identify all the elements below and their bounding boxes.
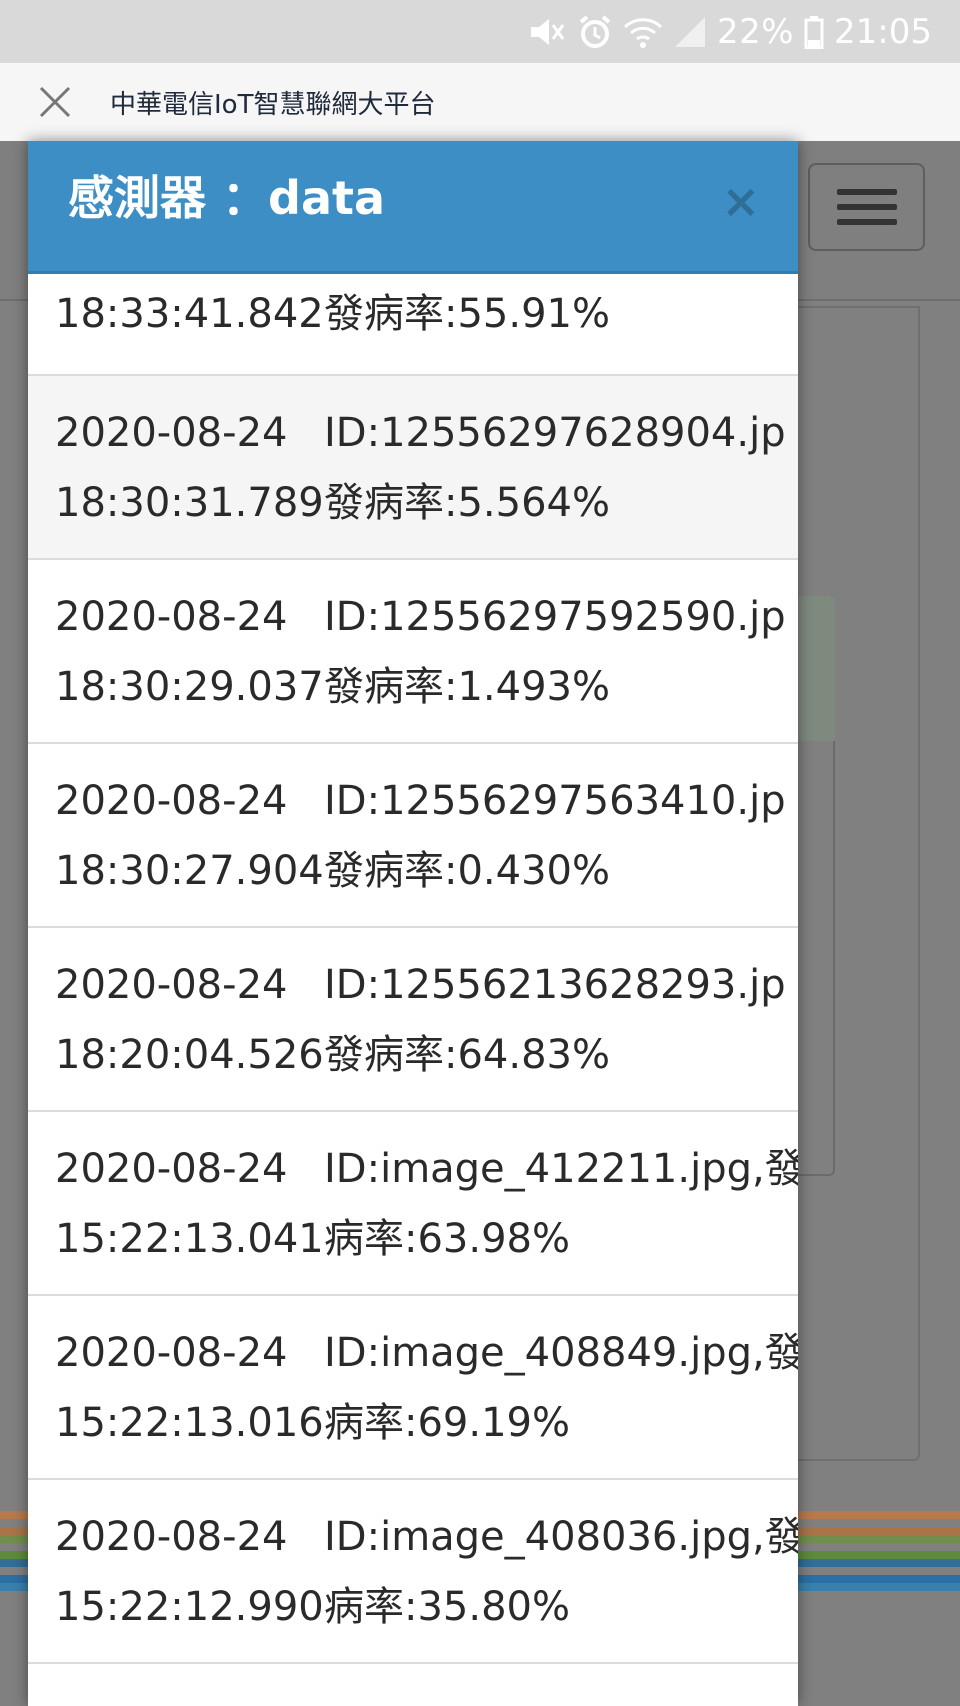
row-id: ID:12556297628904.jp [324, 410, 786, 456]
row-rate: 發病率:0.430% [324, 848, 610, 894]
row-id: ID:image_408036.jpg,發 [324, 1514, 798, 1560]
timestamp-cell: 2020-08-24 18:20:04.526 [28, 928, 324, 1110]
hamburger-icon-bar [836, 189, 897, 195]
browser-close-button[interactable] [0, 63, 110, 141]
close-icon [39, 86, 71, 118]
row-date: 2020-08-24 [55, 962, 288, 1008]
table-row: 2020-08-24 18:30:29.037 ID:1255629759259… [28, 560, 798, 744]
row-date: 2020-08-24 [55, 1146, 288, 1192]
row-time: 18:30:31.789 [55, 480, 324, 526]
hamburger-icon-bar [836, 219, 897, 225]
row-time: 15:22:13.016 [55, 1400, 324, 1446]
value-cell: ID:12556297563410.jp 發病率:0.430% [324, 744, 798, 926]
row-id: ID:image_412211.jpg,發 [324, 1146, 798, 1192]
value-cell: ID:12556297628904.jp 發病率:5.564% [324, 376, 798, 558]
sensor-data-modal: 感測器 ：data × 18:33:41.842 發病率:55.91% 2020… [28, 141, 798, 1706]
modal-close-button[interactable]: × [721, 174, 760, 228]
menu-button[interactable] [808, 163, 925, 251]
value-cell: ID:image_408849.jpg,發 病率:69.19% [324, 1296, 798, 1478]
row-rate: 病率:63.98% [324, 1216, 570, 1262]
row-id: ID:12556297592590.jp [324, 594, 786, 640]
timestamp-cell: 18:33:41.842 [28, 274, 324, 374]
row-date: 2020-08-24 [55, 410, 288, 456]
table-row: 2020-08-24 15:22:12.990 ID:image_408036.… [28, 1480, 798, 1664]
page-title: 中華電信IoT智慧聯網大平台 [110, 89, 436, 120]
row-date: 2020-08-24 [55, 594, 288, 640]
table-row: 18:33:41.842 發病率:55.91% [28, 274, 798, 376]
clock: 21:05 [834, 11, 932, 52]
row-time: 18:33:41.842 [55, 291, 324, 337]
mute-icon [527, 15, 567, 49]
timestamp-cell: 2020-08-24 15:22:13.016 [28, 1296, 324, 1478]
timestamp-cell: 2020-08-24 18:30:29.037 [28, 560, 324, 742]
row-time: 18:30:29.037 [55, 664, 324, 710]
battery-percent: 22% [716, 11, 795, 52]
row-date: 2020-08-24 [55, 778, 288, 824]
timestamp-cell: 2020-08-24 18:30:31.789 [28, 376, 324, 558]
modal-header: 感測器 ：data × [28, 141, 798, 274]
timestamp-cell: 2020-08-24 15:22:13.041 [28, 1112, 324, 1294]
row-time: 18:30:27.904 [55, 848, 324, 894]
table-row: 2020-08-24 18:30:31.789 ID:1255629762890… [28, 376, 798, 560]
row-date: 2020-08-24 [55, 1514, 288, 1560]
table-row: 2020-08-24 15:22:13.041 ID:image_412211.… [28, 1112, 798, 1296]
row-rate: 病率:69.19% [324, 1400, 570, 1446]
table-row: 2020-08-24 18:20:04.526 ID:1255621362829… [28, 928, 798, 1112]
row-time: 15:22:13.041 [55, 1216, 324, 1262]
row-time: 15:22:12.990 [55, 1584, 324, 1630]
data-list[interactable]: 18:33:41.842 發病率:55.91% 2020-08-24 18:30… [28, 274, 798, 1664]
status-bar: 22% 21:05 [0, 0, 960, 63]
row-rate: 發病率:1.493% [324, 664, 610, 710]
timestamp-cell: 2020-08-24 15:22:12.990 [28, 1480, 324, 1662]
row-rate: 病率:35.80% [324, 1584, 570, 1630]
value-cell: ID:12556213628293.jp 發病率:64.83% [324, 928, 798, 1110]
row-id: ID:12556297563410.jp [324, 778, 786, 824]
wifi-icon [623, 15, 663, 49]
value-cell: ID:image_412211.jpg,發 病率:63.98% [324, 1112, 798, 1294]
table-row: 2020-08-24 15:22:13.016 ID:image_408849.… [28, 1296, 798, 1480]
timestamp-cell: 2020-08-24 18:30:27.904 [28, 744, 324, 926]
signal-icon [673, 15, 707, 49]
row-rate: 發病率:64.83% [324, 1032, 610, 1078]
value-cell: ID:12556297592590.jp 發病率:1.493% [324, 560, 798, 742]
row-id: ID:12556213628293.jp [324, 962, 786, 1008]
alarm-icon [577, 14, 613, 50]
modal-title: 感測器 ：data [68, 171, 386, 225]
table-row: 2020-08-24 18:30:27.904 ID:1255629756341… [28, 744, 798, 928]
row-time: 18:20:04.526 [55, 1032, 324, 1078]
row-value: 發病率:55.91% [324, 291, 610, 337]
row-rate: 發病率:5.564% [324, 480, 610, 526]
battery-icon [804, 15, 824, 49]
row-id: ID:image_408849.jpg,發 [324, 1330, 798, 1376]
value-cell: 發病率:55.91% [324, 274, 798, 374]
browser-toolbar: 中華電信IoT智慧聯網大平台 [0, 63, 960, 141]
hamburger-icon-bar [836, 204, 897, 210]
value-cell: ID:image_408036.jpg,發 病率:35.80% [324, 1480, 798, 1662]
row-date: 2020-08-24 [55, 1330, 288, 1376]
